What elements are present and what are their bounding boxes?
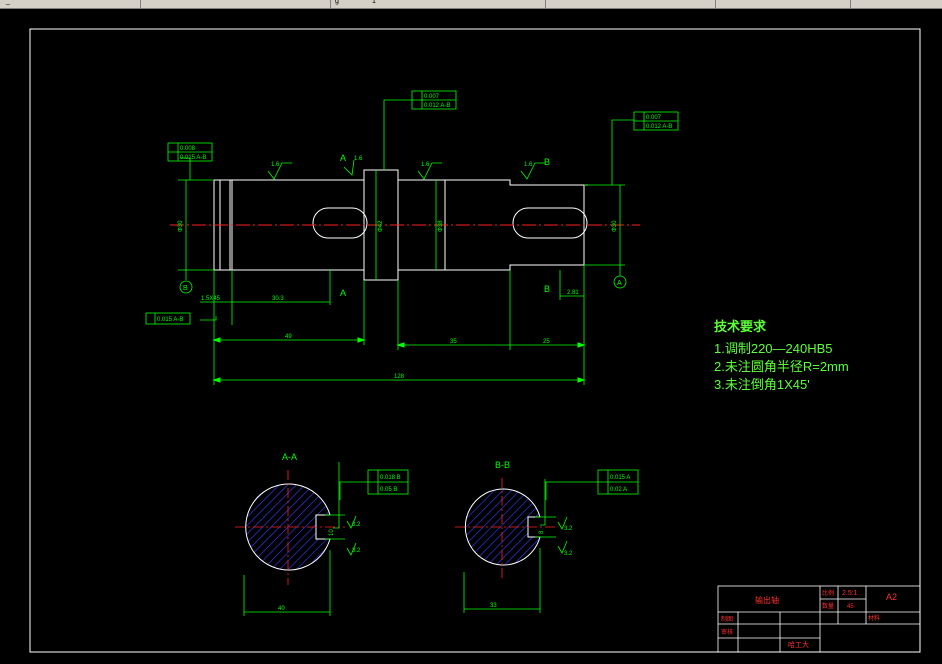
svg-text:0.015 A: 0.015 A: [610, 475, 630, 481]
drawing-background: [0, 9, 942, 664]
section-a-a-rough-1: 3.2: [352, 522, 361, 528]
dim-dia-mid: Φ42: [378, 220, 384, 232]
dim-right-small: 2.81: [567, 290, 579, 296]
toolbar-separator: [140, 0, 141, 8]
dim-total: 128: [394, 374, 405, 380]
section-b-b-rough-1: 3.2: [564, 526, 573, 532]
roughness-1: 1.6: [271, 162, 280, 168]
toolbar-strip: _ g 1: [0, 0, 942, 9]
section-b-b-rough-2: 3.2: [564, 551, 573, 557]
svg-text:0.05 B: 0.05 B: [380, 487, 397, 493]
svg-text:0.008: 0.008: [180, 146, 196, 152]
svg-text:0.018 B: 0.018 B: [380, 475, 401, 481]
dim-25: 25: [543, 339, 550, 345]
section-b-b-width: 33: [490, 603, 497, 609]
toolbar-fragment: _: [6, 0, 10, 5]
section-marker-a-top: A: [340, 153, 346, 163]
svg-text:0.007: 0.007: [646, 115, 662, 121]
toolbar-separator: [545, 0, 546, 8]
section-a-a-rough-2: 3.2: [352, 548, 361, 554]
title-scale: 2.5:1: [842, 590, 858, 597]
toolbar-fragment: g: [335, 0, 339, 5]
dim-dia-left: Φ30: [178, 220, 184, 232]
title-material-label: 材料: [868, 614, 880, 622]
title-sheet-size: A2: [886, 592, 897, 602]
datum-b-label: B: [183, 285, 188, 292]
title-school: 哈工大: [788, 640, 809, 649]
dim-dia-right: Φ30: [612, 220, 618, 232]
title-checked: 审核: [721, 628, 733, 636]
svg-text:0.007: 0.007: [424, 94, 440, 100]
tech-requirements-title: 技术要求: [714, 319, 767, 334]
section-marker-b-bottom: B: [544, 284, 550, 294]
title-qty: 45: [847, 604, 854, 610]
section-a-a-key: 10: [329, 529, 335, 536]
title-part-name: 输出轴: [755, 595, 779, 605]
dim-35: 35: [450, 339, 457, 345]
section-a-a-label: A-A: [282, 452, 297, 462]
title-drawn: 制图: [721, 615, 733, 623]
dim-left-30: 30.3: [272, 296, 284, 302]
section-marker-b-top: B: [544, 157, 550, 167]
svg-text:0.012 A-B: 0.012 A-B: [424, 103, 450, 109]
svg-text:0.015 A-B: 0.015 A-B: [180, 155, 206, 161]
tech-requirement-1: 1.调制220—240HB5: [714, 341, 833, 356]
cad-drawing-canvas[interactable]: 1.6 1.6 1.6 1.6 A B A B B A 0.008 0.015 …: [0, 9, 942, 664]
dim-49: 49: [285, 334, 292, 340]
tech-requirement-2: 2.未注圆角半径R=2mm: [714, 359, 849, 374]
section-marker-a-bottom: A: [340, 288, 346, 298]
roughness-2: 1.6: [421, 162, 430, 168]
svg-text:0.02 A: 0.02 A: [610, 487, 627, 493]
roughness-4: 1.6: [354, 156, 363, 162]
title-scale-label: 比例: [822, 589, 834, 597]
toolbar-separator: [850, 0, 851, 8]
tech-requirement-3: 3.未注倒角1X45': [714, 377, 810, 392]
dim-left-chamfer: 1.5X45: [201, 296, 221, 302]
toolbar-separator: [330, 0, 331, 8]
roughness-3: 1.6: [524, 162, 533, 168]
toolbar-fragment: 1: [372, 0, 376, 5]
dim-dia-mid2: Φ38: [438, 220, 444, 232]
svg-text:0.012 A-B: 0.012 A-B: [646, 124, 672, 130]
title-qty-label: 数量: [822, 602, 834, 610]
toolbar-separator: [715, 0, 716, 8]
section-a-a-width: 40: [278, 606, 285, 612]
section-b-b-label: B-B: [495, 460, 510, 470]
datum-a-label: A: [617, 280, 622, 287]
svg-text:0.015 A-B: 0.015 A-B: [157, 317, 183, 323]
